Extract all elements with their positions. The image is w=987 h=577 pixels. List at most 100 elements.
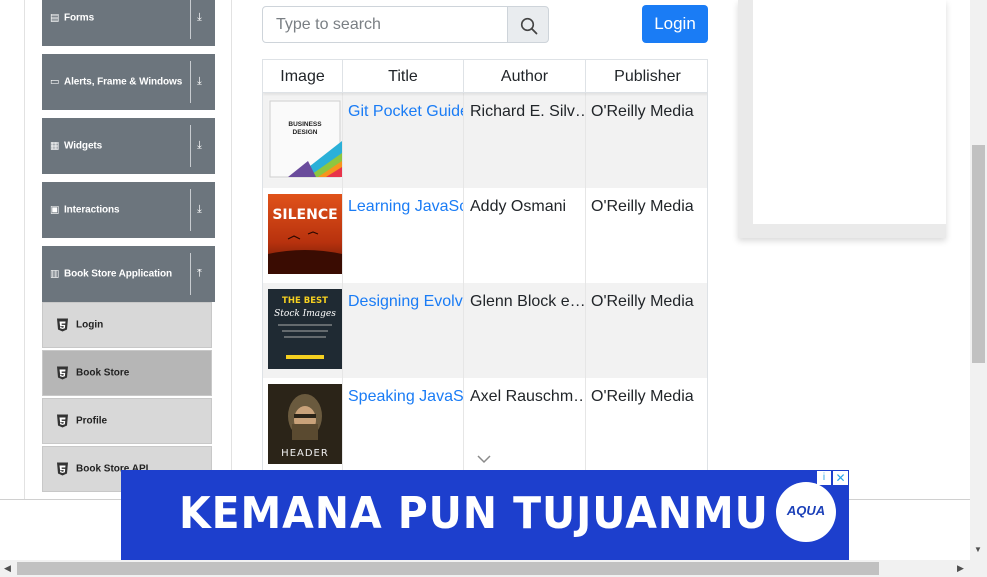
brand-logo-text: AQUA [786, 503, 826, 518]
vertical-scroll-thumb[interactable] [972, 145, 985, 363]
expand-icon: ⤓ [197, 11, 202, 24]
expand-icon: ⤓ [197, 203, 202, 216]
brand-logo: AQUA [776, 482, 836, 542]
svg-text:THE BEST: THE BEST [282, 296, 328, 306]
book-title-link[interactable]: Designing Evolvable Web APIs with ASP.NE… [348, 293, 463, 311]
book-cover-image: THE BEST Stock Images [268, 289, 342, 369]
right-ad-panel [738, 0, 946, 238]
search-button[interactable] [507, 6, 549, 43]
image-cell: THE BEST Stock Images [263, 283, 343, 378]
title-cell: Learning JavaScript Design Patterns [343, 188, 464, 283]
page: ▤ Forms ⤓ ▭ Alerts, Frame & Windows ⤓ ▦ … [0, 0, 987, 577]
sidebar-item-label: Profile [76, 415, 108, 427]
table-row: BUSINESS DESIGN Git Pocket Guide Richard… [263, 93, 707, 188]
book-cover-image: HEADER [268, 384, 342, 464]
image-cell: SILENCE [263, 188, 343, 283]
divider [190, 0, 191, 39]
books-table: BUSINESS DESIGN Git Pocket Guide Richard… [262, 59, 708, 479]
table-row: THE BEST Stock Images Designing Evolvabl… [263, 283, 707, 378]
book-title-link[interactable]: Git Pocket Guide [348, 103, 463, 121]
ad-banner[interactable]: KEMANA PUN TUJUANMU AQUA i ✕ [121, 470, 849, 560]
title-cell: Speaking JavaScript [343, 378, 464, 473]
sidebar-group-label: Interactions [64, 204, 120, 216]
publisher-cell: O'Reilly Media [586, 93, 707, 188]
sidebar-group-forms[interactable]: ▤ Forms ⤓ [42, 0, 215, 46]
horizontal-scrollbar[interactable]: ◀ ▶ [0, 560, 987, 577]
author-cell: Addy Osmani [464, 188, 586, 283]
book-cover-image: BUSINESS DESIGN [268, 99, 342, 179]
svg-text:SILENCE: SILENCE [272, 207, 337, 223]
window-icon: ▭ [50, 76, 60, 88]
publisher-cell: O'Reilly Media [586, 283, 707, 378]
sidebar-group-alerts[interactable]: ▭ Alerts, Frame & Windows ⤓ [42, 54, 215, 110]
table-row: SILENCE Learning JavaScript Design Patte… [263, 188, 707, 283]
sidebar-item-book-store[interactable]: Book Store [42, 350, 212, 396]
sidebar-border [231, 0, 232, 470]
search-input[interactable] [262, 6, 508, 43]
author-text: Addy Osmani [470, 198, 567, 215]
divider [190, 61, 191, 103]
expand-icon: ⤓ [197, 139, 202, 152]
book-cover-image: SILENCE [268, 194, 342, 274]
ad-headline: KEMANA PUN TUJUANMU [179, 488, 769, 539]
grid-icon: ▦ [50, 140, 60, 152]
form-icon: ▤ [50, 12, 60, 24]
ad-info-icon[interactable]: i [817, 471, 831, 485]
chevron-down-icon[interactable] [477, 455, 491, 464]
expand-icon: ⤓ [197, 75, 202, 88]
svg-text:HEADER: HEADER [281, 448, 329, 459]
divider [190, 189, 191, 231]
publisher-cell: O'Reilly Media [586, 378, 707, 473]
author-text: Axel Rauschm… [470, 388, 586, 405]
horizontal-scroll-thumb[interactable] [17, 562, 879, 575]
sidebar-group-label: Widgets [64, 140, 103, 152]
sidebar-group-book-store-application[interactable]: ▥ Book Store Application ⤒ [42, 246, 215, 302]
sidebar-item-label: Book Store [76, 367, 130, 379]
books-icon: ▥ [50, 268, 60, 280]
search-icon [520, 17, 538, 35]
html5-icon [57, 462, 68, 476]
svg-text:Stock Images: Stock Images [274, 309, 336, 319]
sidebar-group-label: Book Store Application [64, 268, 172, 280]
scroll-down-icon[interactable]: ▼ [974, 545, 982, 554]
right-ad-content [753, 0, 946, 224]
column-header-publisher[interactable]: Publisher [586, 60, 707, 93]
author-text: Richard E. Silv… [470, 103, 586, 120]
publisher-text: O'Reilly Media [591, 388, 694, 405]
column-header-image[interactable]: Image [263, 60, 343, 93]
publisher-text: O'Reilly Media [591, 293, 694, 310]
column-header-title[interactable]: Title [343, 60, 464, 93]
table-header: Image Title Author Publisher [263, 60, 707, 93]
book-title-link[interactable]: Speaking JavaScript [348, 388, 463, 406]
divider [190, 253, 191, 295]
publisher-text: O'Reilly Media [591, 103, 694, 120]
sidebar-item-login[interactable]: Login [42, 302, 212, 348]
svg-text:DESIGN: DESIGN [293, 129, 318, 136]
sidebar-group-widgets[interactable]: ▦ Widgets ⤓ [42, 118, 215, 174]
image-cell: BUSINESS DESIGN [263, 93, 343, 188]
collapse-icon: ⤒ [197, 267, 202, 280]
column-header-author[interactable]: Author [464, 60, 586, 93]
image-cell: HEADER [263, 378, 343, 473]
login-button[interactable]: Login [642, 5, 708, 43]
publisher-text: O'Reilly Media [591, 198, 694, 215]
sidebar-item-profile[interactable]: Profile [42, 398, 212, 444]
interaction-icon: ▣ [50, 204, 60, 216]
scroll-right-icon[interactable]: ▶ [957, 563, 964, 574]
sidebar-item-label: Login [76, 319, 104, 331]
svg-text:BUSINESS: BUSINESS [288, 121, 322, 128]
author-cell: Glenn Block e… [464, 283, 586, 378]
sidebar-group-interactions[interactable]: ▣ Interactions ⤓ [42, 182, 215, 238]
title-cell: Git Pocket Guide [343, 93, 464, 188]
author-text: Glenn Block e… [470, 293, 586, 310]
book-title-link[interactable]: Learning JavaScript Design Patterns [348, 198, 463, 216]
publisher-cell: O'Reilly Media [586, 188, 707, 283]
title-cell: Designing Evolvable Web APIs with ASP.NE… [343, 283, 464, 378]
author-cell: Richard E. Silv… [464, 93, 586, 188]
ad-close-icon[interactable]: ✕ [833, 471, 848, 485]
html5-icon [57, 366, 68, 380]
divider [190, 125, 191, 167]
scroll-left-icon[interactable]: ◀ [4, 563, 11, 574]
container-border [24, 0, 25, 500]
vertical-scrollbar[interactable]: ▼ [970, 0, 987, 560]
